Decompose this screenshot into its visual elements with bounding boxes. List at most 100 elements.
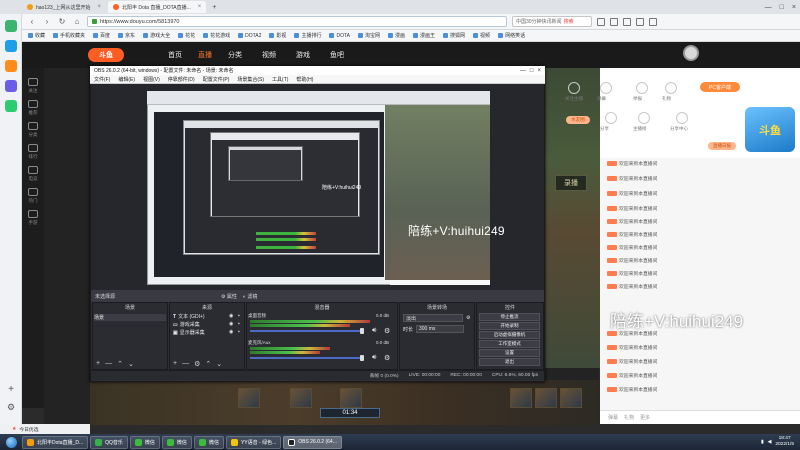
bookmark-item[interactable]: 百度 [93, 32, 110, 39]
taskbar-item[interactable]: QQ音乐 [90, 435, 128, 449]
minimize-window-icon[interactable]: — [761, 4, 776, 11]
lock-icon[interactable]: ▪ [238, 329, 240, 335]
rank-icon[interactable] [28, 144, 38, 152]
move-up-icon[interactable]: ⌃ [117, 360, 123, 368]
taskbar-item[interactable]: YY语音 - 绿色... [225, 435, 282, 449]
bookmark-item[interactable]: 手机收藏夹 [53, 32, 85, 39]
status-text[interactable]: 今日优选 [19, 426, 38, 433]
menu-edit[interactable]: 编辑(E) [118, 76, 135, 83]
report-icon[interactable] [636, 82, 648, 94]
volume-slider-knob[interactable] [360, 355, 364, 361]
settings-icon[interactable] [636, 17, 644, 26]
hot-icon[interactable] [28, 188, 38, 196]
user-avatar[interactable] [683, 45, 699, 61]
add-icon[interactable]: + [96, 360, 100, 368]
follow-icon[interactable] [28, 78, 38, 86]
menu-help[interactable]: 帮助(H) [296, 76, 313, 83]
start-button[interactable] [0, 434, 22, 450]
lock-icon[interactable]: ▪ [238, 321, 240, 327]
lock-icon[interactable]: ▪ [238, 313, 240, 319]
bookmark-item[interactable]: 花花游戏 [203, 32, 230, 39]
properties-button[interactable]: ⚙ 属性 [221, 293, 237, 300]
esports-icon[interactable] [28, 166, 38, 174]
virtual-camera-button[interactable]: 启动虚拟摄像机 [479, 331, 540, 339]
taskbar-item[interactable]: 北阳丰Dota直播_D... [22, 435, 89, 449]
nav-category[interactable]: 分类 [228, 50, 242, 60]
close-tab-icon[interactable]: × [97, 4, 101, 10]
fan-circle-pill[interactable]: 水友圈 [566, 116, 590, 124]
danmaku-button[interactable]: 弹幕 [608, 414, 618, 421]
forward-icon[interactable]: › [42, 17, 52, 27]
source-item[interactable]: ▣ 显示器采集 [173, 329, 205, 337]
taskbar-item[interactable]: 微信 [161, 435, 192, 449]
browser-tab-active[interactable]: 北阳丰 Dota 直播_DOTA直播... × [107, 1, 207, 13]
rank-icon[interactable] [638, 112, 650, 124]
menu-scene-collection[interactable]: 场景集合(S) [237, 76, 264, 83]
bookmark-item[interactable]: DOTA [329, 33, 350, 39]
speaker-icon[interactable]: 🔊︎ [372, 327, 376, 335]
start-recording-button[interactable]: 开始录制 [479, 322, 540, 330]
speaker-icon[interactable]: 🔊︎ [372, 354, 376, 362]
menu-view[interactable]: 视图(V) [143, 76, 160, 83]
menu-profile[interactable]: 配置文件(P) [203, 76, 230, 83]
settings-icon[interactable]: ⚙ [5, 402, 17, 414]
network-icon[interactable]: ▮ [761, 440, 764, 445]
menu-tools[interactable]: 工具(T) [272, 76, 288, 83]
bookmark-item[interactable]: 收藏 [28, 32, 45, 39]
visibility-eye-icon[interactable]: ◉ [229, 321, 233, 327]
transition-select[interactable]: 淡出 [403, 314, 463, 322]
minimize-icon[interactable]: — [520, 68, 526, 74]
clock[interactable]: 18:47 2022/1/5 [775, 436, 794, 448]
stop-streaming-button[interactable]: 停止推流 [479, 313, 540, 321]
app-shortcut-icon[interactable] [5, 40, 17, 52]
share-center-icon[interactable] [676, 112, 688, 124]
gear-icon[interactable]: ⚙ [384, 354, 390, 362]
add-icon[interactable]: + [173, 360, 177, 368]
bookmark-item[interactable]: 影视 [269, 32, 286, 39]
visibility-eye-icon[interactable]: ◉ [229, 329, 233, 335]
filters-button[interactable]: ◐ 滤镜 [243, 293, 257, 300]
bookmark-item[interactable]: 花花 [178, 32, 195, 39]
duration-input[interactable]: 300 ms [416, 325, 464, 333]
studio-mode-button[interactable]: 工作室模式 [479, 340, 540, 348]
bookmark-item[interactable]: 京东 [118, 32, 135, 39]
home-icon[interactable]: ⌂ [72, 17, 82, 27]
gear-icon[interactable]: ⚙ [384, 327, 390, 335]
maximize-icon[interactable]: □ [530, 68, 534, 74]
remove-icon[interactable]: — [105, 360, 112, 368]
recommend-icon[interactable] [28, 100, 38, 108]
bookmark-item[interactable]: 漫画 [388, 32, 405, 39]
share-icon[interactable] [605, 112, 617, 124]
nav-yuba[interactable]: 鱼吧 [330, 50, 344, 60]
app-shortcut-icon[interactable] [5, 60, 17, 72]
taskbar-item[interactable]: 微信 [129, 435, 160, 449]
promo-banner[interactable]: 斗鱼 [745, 107, 795, 152]
follow-icon[interactable] [568, 82, 580, 94]
bookmark-item[interactable]: 漫画王 [413, 32, 435, 39]
close-tab-icon[interactable]: × [198, 4, 202, 10]
app-shortcut-icon[interactable] [5, 80, 17, 92]
nav-home[interactable]: 首页 [168, 50, 182, 60]
menu-docks[interactable]: 停靠部件(D) [168, 76, 195, 83]
move-up-icon[interactable]: ⌃ [205, 360, 211, 368]
site-logo[interactable]: 斗鱼 [88, 48, 124, 62]
app-shortcut-icon[interactable] [5, 100, 17, 112]
volume-slider[interactable] [250, 330, 362, 332]
extension-icon[interactable] [597, 17, 605, 26]
scene-item[interactable]: 场景 [94, 314, 166, 321]
volume-icon[interactable]: ◀ [768, 440, 772, 445]
mobile-game-icon[interactable] [28, 210, 38, 218]
exit-button[interactable]: 退出 [479, 358, 540, 366]
daily-report-pill[interactable]: 直播日报 [708, 142, 736, 150]
menu-icon[interactable] [649, 17, 657, 26]
nav-live[interactable]: 直播 [198, 50, 212, 60]
bookmark-item[interactable]: 搜狐网 [443, 32, 465, 39]
refresh-icon[interactable]: ↻ [57, 17, 67, 27]
category-icon[interactable] [28, 122, 38, 130]
bookmark-item[interactable]: 主播排行 [294, 32, 321, 39]
source-item[interactable]: T 文本 (GDI+) [173, 313, 205, 321]
more-button[interactable]: 更多 [640, 414, 650, 421]
browser-tab[interactable]: hao123_上网从这里开始 × [22, 1, 106, 13]
bookmark-item[interactable]: 游戏大全 [143, 32, 170, 39]
taskbar-item[interactable]: OBS 26.0.2 (64... [283, 435, 342, 449]
